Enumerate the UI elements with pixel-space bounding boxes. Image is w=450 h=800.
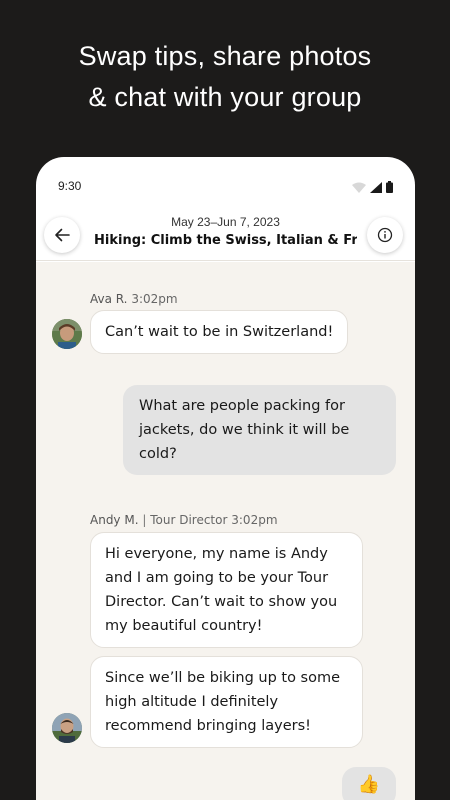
message-time: 3:02pm — [131, 292, 178, 306]
trip-title: Hiking: Climb the Swiss, Italian & Fren.… — [94, 233, 357, 248]
wifi-icon — [352, 182, 366, 193]
promo-line-1: Swap tips, share photos — [78, 41, 372, 71]
status-time: 9:30 — [58, 179, 82, 193]
trip-date-range: May 23–Jun 7, 2023 — [171, 215, 280, 229]
avatar-photo — [52, 713, 82, 743]
signal-icon — [370, 182, 382, 193]
message-bubble-outgoing[interactable]: 👍 — [342, 767, 396, 800]
message-meta: Ava R. 3:02pm — [90, 292, 178, 306]
avatar[interactable] — [52, 713, 82, 743]
chat-header: May 23–Jun 7, 2023 Hiking: Climb the Swi… — [36, 213, 415, 261]
status-icons — [352, 181, 393, 193]
status-bar: 9:30 — [36, 157, 415, 213]
sender-name: Andy M. — [90, 513, 139, 527]
battery-icon — [386, 181, 393, 193]
avatar[interactable] — [52, 319, 82, 349]
message-bubble[interactable]: Since we’ll be biking up to some high al… — [90, 656, 363, 748]
promo-line-2: & chat with your group — [88, 82, 362, 112]
arrow-left-icon — [55, 228, 70, 242]
message-meta: Andy M. | Tour Director 3:02pm — [90, 513, 278, 527]
info-icon — [377, 227, 393, 243]
back-button[interactable] — [44, 217, 80, 253]
info-button[interactable] — [367, 217, 403, 253]
message-bubble[interactable]: Hi everyone, my name is Andy and I am go… — [90, 532, 363, 648]
trip-info: May 23–Jun 7, 2023 Hiking: Climb the Swi… — [94, 215, 357, 248]
avatar-photo — [52, 319, 82, 349]
sender-role: Tour Director — [150, 513, 228, 527]
message-list[interactable]: Ava R. 3:02pm Can’t wait to be in Switze… — [36, 262, 415, 800]
message-time: 3:02pm — [231, 513, 278, 527]
message-bubble[interactable]: Can’t wait to be in Switzerland! — [90, 310, 349, 354]
meta-separator: | — [142, 513, 147, 527]
message-bubble-outgoing[interactable]: What are people packing for jackets, do … — [123, 385, 396, 475]
phone-frame: 9:30 May 23–Jun 7, 2023 Hiking: Climb th… — [36, 157, 415, 800]
sender-name: Ava R. — [90, 292, 128, 306]
promo-headline: Swap tips, share photos & chat with your… — [0, 36, 450, 118]
